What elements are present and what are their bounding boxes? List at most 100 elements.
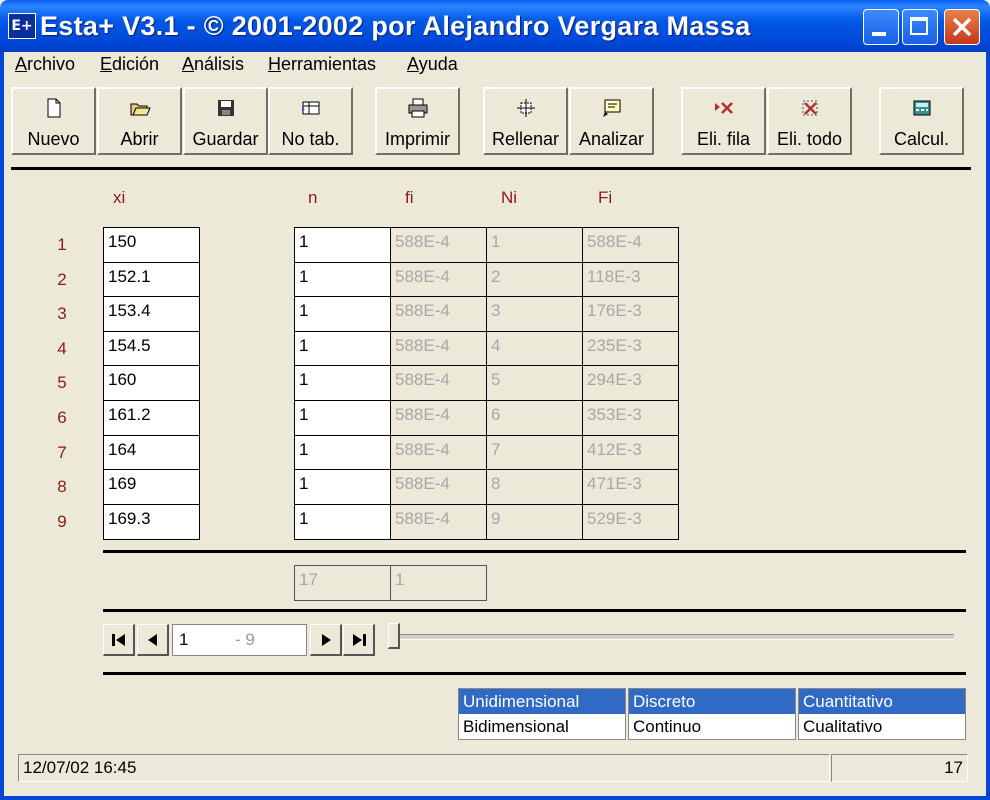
cell-fi: 588E-4 xyxy=(390,503,487,540)
window-frame-right xyxy=(986,52,990,800)
record-to: - 9 xyxy=(235,630,255,649)
eli-fila-label: Eli. fila xyxy=(696,129,750,149)
option-cualitativo[interactable]: Cualitativo xyxy=(799,714,965,739)
last-record-button[interactable] xyxy=(343,624,375,656)
status-datetime: 12/07/02 16:45 xyxy=(18,754,830,782)
column-header-fi: fi xyxy=(405,188,414,207)
option-cuantitativo[interactable]: Cuantitativo xyxy=(799,689,965,714)
eli-fila-button[interactable]: Eli. fila xyxy=(681,87,766,155)
cell-xi[interactable]: 153.4 xyxy=(103,296,200,333)
cell-xi[interactable]: 169 xyxy=(103,469,200,506)
calcul-button[interactable]: Calcul. xyxy=(879,87,964,155)
maximize-button[interactable] xyxy=(902,9,938,45)
cell-xi[interactable]: 160 xyxy=(103,365,200,402)
cell-Fi: 235E-3 xyxy=(582,330,679,367)
cell-n[interactable]: 1 xyxy=(294,227,391,263)
dimension-list[interactable]: Unidimensional Bidimensional xyxy=(458,688,626,740)
option-discreto[interactable]: Discreto xyxy=(629,689,795,714)
title-bar: E+ Esta+ V3.1 - © 2001-2002 por Alejandr… xyxy=(0,0,990,52)
window-frame-bottom xyxy=(0,796,990,800)
delete-row-icon xyxy=(714,102,733,114)
maximize-icon xyxy=(910,17,928,35)
grid-divider xyxy=(103,550,966,553)
nuevo-label: Nuevo xyxy=(27,129,80,149)
row-number: 2 xyxy=(57,269,67,289)
cell-xi[interactable]: 154.5 xyxy=(103,330,200,367)
cell-n[interactable]: 1 xyxy=(294,400,391,436)
record-slider-thumb[interactable] xyxy=(388,623,400,649)
calcul-label: Calcul. xyxy=(893,129,950,149)
nuevo-button[interactable]: Nuevo xyxy=(11,87,96,155)
save-disk-icon xyxy=(217,100,234,116)
table-icon xyxy=(301,101,319,115)
cell-n[interactable]: 1 xyxy=(294,330,391,367)
cell-Ni: 1 xyxy=(486,227,583,263)
open-folder-icon xyxy=(130,103,151,116)
variable-list[interactable]: Discreto Continuo xyxy=(628,688,796,740)
cell-Ni: 9 xyxy=(486,503,583,540)
cell-n[interactable]: 1 xyxy=(294,261,391,298)
abrir-button[interactable]: Abrir xyxy=(97,87,182,155)
analizar-button[interactable]: Analizar xyxy=(569,87,654,155)
cell-xi[interactable]: 150 xyxy=(103,227,200,263)
notab-label: No tab. xyxy=(281,129,340,149)
notab-button[interactable]: No tab. xyxy=(268,87,353,155)
app-icon[interactable]: E+ xyxy=(8,13,36,39)
first-record-icon xyxy=(112,634,125,646)
delete-all-icon xyxy=(802,100,817,116)
cell-Fi: 412E-3 xyxy=(582,434,679,471)
menu-archivo[interactable]: Archivo xyxy=(15,54,75,75)
window-title: Esta+ V3.1 - © 2001-2002 por Alejandro V… xyxy=(40,11,751,41)
row-number: 1 xyxy=(57,235,67,254)
menu-ayuda[interactable]: Ayuda xyxy=(407,54,458,75)
row-number: 5 xyxy=(57,373,67,393)
cell-fi: 588E-4 xyxy=(390,400,487,436)
fill-icon xyxy=(516,99,535,117)
cell-n[interactable]: 1 xyxy=(294,469,391,506)
row-number: 4 xyxy=(57,338,67,358)
cell-n[interactable]: 1 xyxy=(294,296,391,333)
navigator-divider xyxy=(103,672,966,675)
rellenar-button[interactable]: Rellenar xyxy=(483,87,568,155)
next-record-icon xyxy=(322,634,331,646)
cell-n[interactable]: 1 xyxy=(294,503,391,540)
cell-fi: 588E-4 xyxy=(390,261,487,298)
menu-edicion[interactable]: Edición xyxy=(100,54,159,75)
cell-n[interactable]: 1 xyxy=(294,434,391,471)
option-unidimensional[interactable]: Unidimensional xyxy=(459,689,625,714)
cell-xi[interactable]: 152.1 xyxy=(103,261,200,298)
cell-xi[interactable]: 164 xyxy=(103,434,200,471)
option-continuo[interactable]: Continuo xyxy=(629,714,795,739)
cell-xi[interactable]: 169.3 xyxy=(103,503,200,540)
cell-Fi: 176E-3 xyxy=(582,296,679,333)
cell-Fi: 294E-3 xyxy=(582,365,679,402)
menu-analisis[interactable]: Análisis xyxy=(182,54,244,75)
status-count: 17 xyxy=(831,754,968,782)
cell-Fi: 529E-3 xyxy=(582,503,679,540)
eli-todo-button[interactable]: Eli. todo xyxy=(767,87,852,155)
record-range-field[interactable]: 1 - 9 xyxy=(172,624,307,656)
first-record-button[interactable] xyxy=(103,624,135,656)
cell-Ni: 2 xyxy=(486,261,583,298)
record-slider-track[interactable] xyxy=(398,634,954,640)
cell-Ni: 4 xyxy=(486,330,583,367)
printer-icon xyxy=(408,98,427,118)
window-frame-left xyxy=(0,52,4,800)
close-button[interactable] xyxy=(944,9,980,45)
close-icon xyxy=(952,17,972,37)
type-list[interactable]: Cuantitativo Cualitativo xyxy=(798,688,966,740)
minimize-button[interactable] xyxy=(863,9,899,45)
row-number: 9 xyxy=(57,511,67,531)
guardar-button[interactable]: Guardar xyxy=(183,87,268,155)
next-record-button[interactable] xyxy=(310,624,342,656)
cell-Fi: 118E-3 xyxy=(582,261,679,298)
eli-todo-label: Eli. todo xyxy=(776,129,843,149)
option-bidimensional[interactable]: Bidimensional xyxy=(459,714,625,739)
imprimir-button[interactable]: Imprimir xyxy=(375,87,460,155)
cell-Ni: 6 xyxy=(486,400,583,436)
prev-record-button[interactable] xyxy=(137,624,169,656)
menu-herramientas[interactable]: Herramientas xyxy=(268,54,376,75)
cell-fi: 588E-4 xyxy=(390,469,487,506)
cell-n[interactable]: 1 xyxy=(294,365,391,402)
cell-xi[interactable]: 161.2 xyxy=(103,400,200,436)
